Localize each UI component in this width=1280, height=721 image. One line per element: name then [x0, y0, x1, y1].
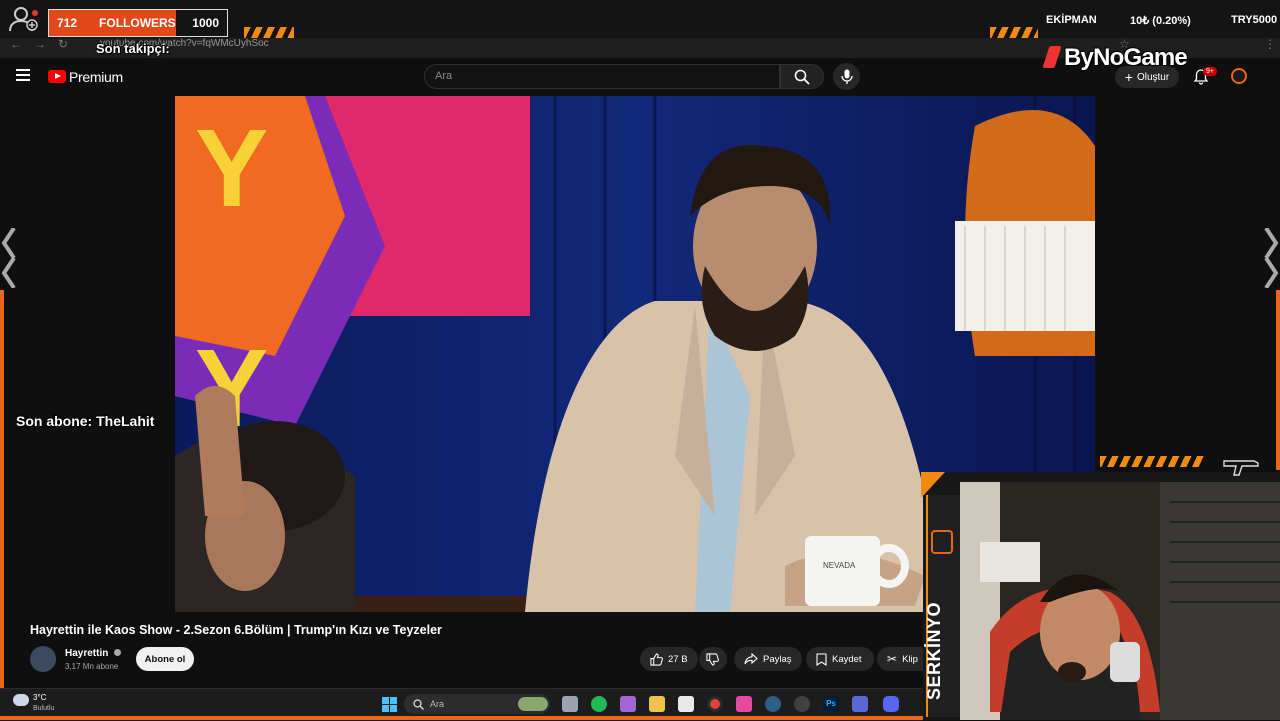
weather-status: Bulutlu	[33, 705, 55, 712]
user-online-dot	[32, 10, 38, 16]
microphone-icon	[841, 69, 853, 84]
create-button[interactable]: + Oluştur	[1115, 66, 1179, 88]
file-explorer-icon[interactable]	[649, 696, 665, 712]
overlay-right-edge	[1276, 290, 1280, 470]
clip-button[interactable]: ✂ Klip	[877, 647, 923, 671]
chrome-icon[interactable]	[707, 696, 723, 712]
windows-start-icon[interactable]	[382, 697, 397, 712]
thumbs-down-icon	[706, 652, 719, 666]
forward-icon[interactable]: →	[34, 37, 46, 51]
stat-equipment-label: EKİPMAN	[1046, 14, 1097, 26]
followers-label: FOLLOWERS	[99, 16, 176, 30]
bynogame-logo-icon	[1042, 46, 1062, 68]
followers-count: 712	[57, 16, 78, 30]
app-icon-2[interactable]	[852, 696, 868, 712]
left-chevron-decor	[0, 226, 18, 290]
menu-icon[interactable]	[16, 69, 30, 84]
obs-icon[interactable]	[794, 696, 810, 712]
dislike-button[interactable]	[699, 647, 727, 671]
right-chevron-decor	[1262, 226, 1280, 290]
weather-temperature[interactable]: 3°C	[33, 693, 46, 702]
overlay-bottom-edge	[0, 716, 923, 720]
overlay-left-edge	[0, 290, 4, 720]
youtube-premium-label[interactable]: Premium	[69, 69, 123, 85]
last-subscriber: Son abone: TheLahit	[16, 413, 155, 429]
notification-badge: 9+	[1203, 67, 1217, 76]
spotify-icon[interactable]	[591, 696, 607, 712]
share-button[interactable]: Paylaş	[734, 647, 802, 671]
taskbar-search-icon	[413, 697, 424, 715]
store-icon[interactable]	[678, 696, 694, 712]
steam-icon[interactable]	[765, 696, 781, 712]
app-icon[interactable]	[736, 696, 752, 712]
copilot-icon[interactable]	[620, 696, 636, 712]
scissors-icon: ✂	[887, 652, 898, 666]
search-icon	[794, 69, 810, 85]
verified-icon	[114, 649, 122, 656]
task-view-icon[interactable]	[562, 696, 578, 712]
overlay-stripes-left	[244, 27, 294, 38]
webcam-image	[960, 482, 1280, 720]
last-follower-label: Son takipçi:	[96, 41, 170, 56]
webcam-feed	[960, 482, 1280, 720]
like-button[interactable]: 27 B	[640, 647, 698, 671]
svg-text:Y: Y	[195, 107, 268, 230]
share-icon	[744, 653, 758, 665]
thumbs-up-icon	[650, 652, 663, 666]
overlay-stripes-right	[990, 27, 1038, 38]
followers-goal-bar: 712 FOLLOWERS 1000	[48, 9, 228, 37]
search-input[interactable]: Ara	[424, 64, 780, 89]
voice-search-button[interactable]	[833, 63, 860, 90]
weather-icon[interactable]	[13, 694, 29, 706]
bookmark-icon	[816, 652, 827, 666]
search-button[interactable]	[780, 64, 824, 89]
menu-dots-icon[interactable]: ⋮	[1264, 37, 1276, 51]
account-avatar[interactable]	[1231, 68, 1247, 84]
plus-icon: +	[1124, 69, 1133, 85]
streamer-name: SERKİNYO	[924, 601, 944, 700]
mug-label: NEVADA	[823, 561, 856, 570]
channel-avatar[interactable]	[30, 646, 56, 672]
followers-goal: 1000	[192, 16, 219, 30]
stat-goal: TRY5000	[1231, 14, 1278, 26]
streamer-logo-icon	[931, 530, 953, 554]
stat-donation: 10₺ (0.20%)	[1130, 15, 1191, 27]
video-title: Hayrettin ile Kaos Show - 2.Sezon 6.Bölü…	[30, 623, 442, 637]
save-button[interactable]: Kaydet	[806, 647, 874, 671]
webcam-stripes	[1100, 456, 1204, 467]
subscriber-count: 3,17 Mn abone	[65, 662, 119, 671]
gun-icon	[1222, 455, 1262, 482]
back-icon[interactable]: ←	[10, 37, 22, 51]
photoshop-icon[interactable]: Ps	[823, 696, 839, 712]
discord-icon[interactable]	[883, 696, 899, 712]
youtube-logo-icon[interactable]	[48, 70, 66, 83]
reload-icon[interactable]: ↻	[58, 37, 68, 51]
subscribe-button[interactable]: Abone ol	[136, 647, 194, 671]
search-highlight-icon	[518, 697, 548, 711]
channel-name[interactable]: Hayrettin	[65, 648, 122, 659]
